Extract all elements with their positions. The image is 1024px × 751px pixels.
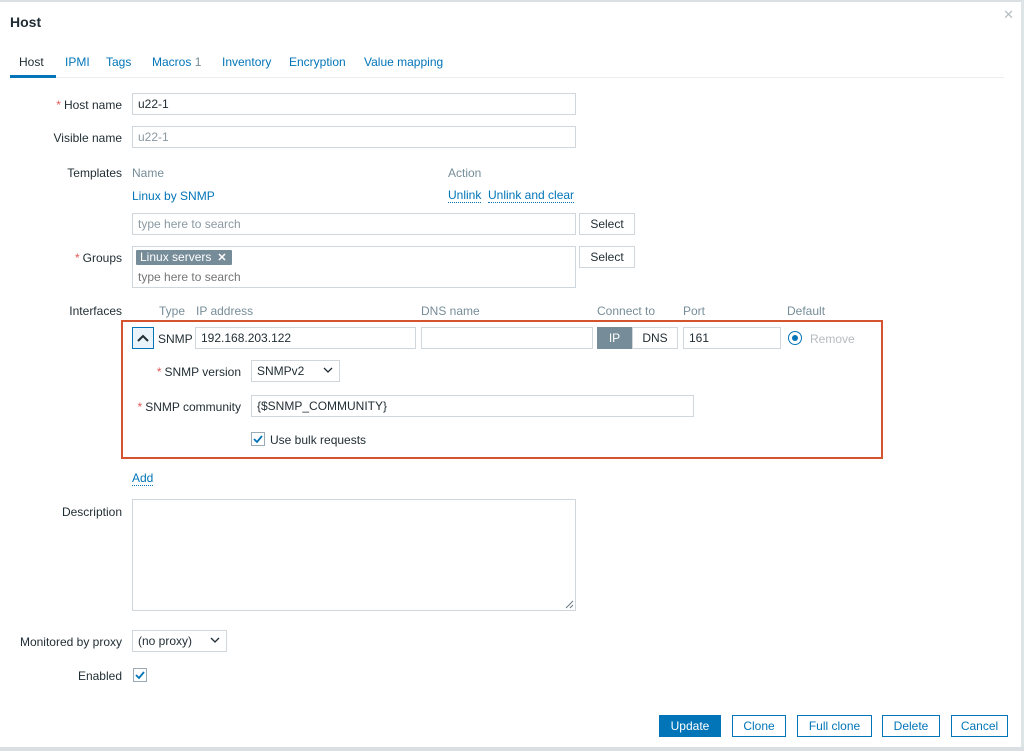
interfaces-col-dns: DNS name [421,304,480,318]
required-mark: * [74,251,80,265]
dialog-top-border [0,0,1024,2]
description-textarea[interactable] [132,499,576,611]
interfaces-col-port: Port [683,304,706,318]
proxy-value: (no proxy) [138,634,193,648]
visible-name-input[interactable] [132,126,576,148]
tab-value-mapping[interactable]: Value mapping [364,55,443,69]
template-link-linux-by-snmp[interactable]: Linux by SNMP [132,189,215,203]
connect-to-ip-button[interactable]: IP [597,327,632,349]
group-chip-linux-servers: Linux servers ✕ [136,250,232,265]
interfaces-col-connect-to: Connect to [597,304,656,318]
interface-remove-link[interactable]: Remove [810,332,855,346]
templates-search-input[interactable] [132,213,576,235]
snmp-community-input[interactable] [251,395,694,417]
chevron-down-icon [323,367,333,373]
tab-inventory[interactable]: Inventory [222,55,271,69]
tab-tags[interactable]: Tags [106,55,131,69]
interfaces-col-ip: IP address [196,304,254,318]
tab-host[interactable]: Host [19,55,44,69]
tab-ipmi[interactable]: IPMI [65,55,90,69]
tab-macros[interactable]: Macros 1 [152,55,201,69]
tab-bar: Host IPMI Tags Macros 1 Inventory Encryp… [10,52,1004,78]
resize-grip-icon[interactable] [565,600,574,609]
snmp-version-label: * SNMP version [157,365,241,379]
bulk-requests-checkbox[interactable] [251,432,265,446]
host-name-input[interactable] [132,93,576,115]
connect-to-dns-button[interactable]: DNS [632,327,678,349]
enabled-label: Enabled [77,669,122,683]
chevron-up-icon[interactable] [132,327,154,349]
host-name-label: * Host name [56,98,122,112]
snmp-community-label-text: SNMP community [145,400,241,414]
proxy-select[interactable]: (no proxy) [132,630,227,652]
interface-port-input[interactable] [683,327,781,349]
bulk-requests-label: Use bulk requests [270,433,367,447]
templates-col-name: Name [132,166,165,180]
groups-label-text: Groups [82,251,122,265]
templates-label: Templates [67,166,122,180]
snmp-version-select[interactable]: SNMPv2 [251,360,340,382]
check-icon [135,671,145,679]
groups-label: * Groups [75,251,122,265]
template-unlink-clear-link[interactable]: Unlink and clear [488,189,575,203]
update-button[interactable]: Update [659,715,721,737]
enabled-checkbox[interactable] [133,668,147,682]
groups-search-input[interactable] [138,270,438,284]
add-interface-link[interactable]: Add [132,472,154,486]
snmp-version-label-text: SNMP version [164,365,241,379]
proxy-label: Monitored by proxy [19,635,122,649]
chevron-down-icon [210,637,220,643]
interface-ip-input[interactable] [195,327,416,349]
tab-encryption[interactable]: Encryption [289,55,346,69]
template-unlink-link[interactable]: Unlink [448,189,482,203]
templates-col-action: Action [448,166,482,180]
snmp-community-label: * SNMP community [138,400,241,414]
required-mark: * [137,400,143,414]
interfaces-col-type: Type [159,304,186,318]
cancel-button[interactable]: Cancel [951,715,1008,737]
active-tab-indicator [10,75,56,78]
delete-button[interactable]: Delete [882,715,940,737]
groups-select-button[interactable]: Select [579,246,635,268]
clone-button[interactable]: Clone [732,715,786,737]
description-label: Description [61,505,122,519]
default-interface-radio[interactable] [788,331,802,345]
tab-macros-label: Macros [152,55,192,69]
group-chip-label: Linux servers [140,250,212,264]
tab-macros-count: 1 [194,55,202,69]
dialog-title: Host [10,14,42,30]
interfaces-col-default: Default [787,304,826,318]
required-mark: * [56,98,61,112]
radio-dot [792,335,798,341]
visible-name-label: Visible name [53,131,122,145]
snmp-version-value: SNMPv2 [257,364,305,378]
dialog-bottom-border [0,747,1024,751]
close-icon[interactable]: ✕ [217,252,226,264]
templates-select-button[interactable]: Select [579,213,635,235]
full-clone-button[interactable]: Full clone [797,715,872,737]
host-name-label-text: Host name [63,98,122,112]
groups-multiselect[interactable]: Linux servers ✕ [132,246,576,288]
close-icon[interactable]: ✕ [1003,7,1014,23]
interfaces-label: Interfaces [69,304,122,318]
interface-dns-input[interactable] [421,327,593,349]
required-mark: * [156,365,162,379]
interface-type-label: SNMP [158,332,193,346]
check-icon [253,435,263,443]
